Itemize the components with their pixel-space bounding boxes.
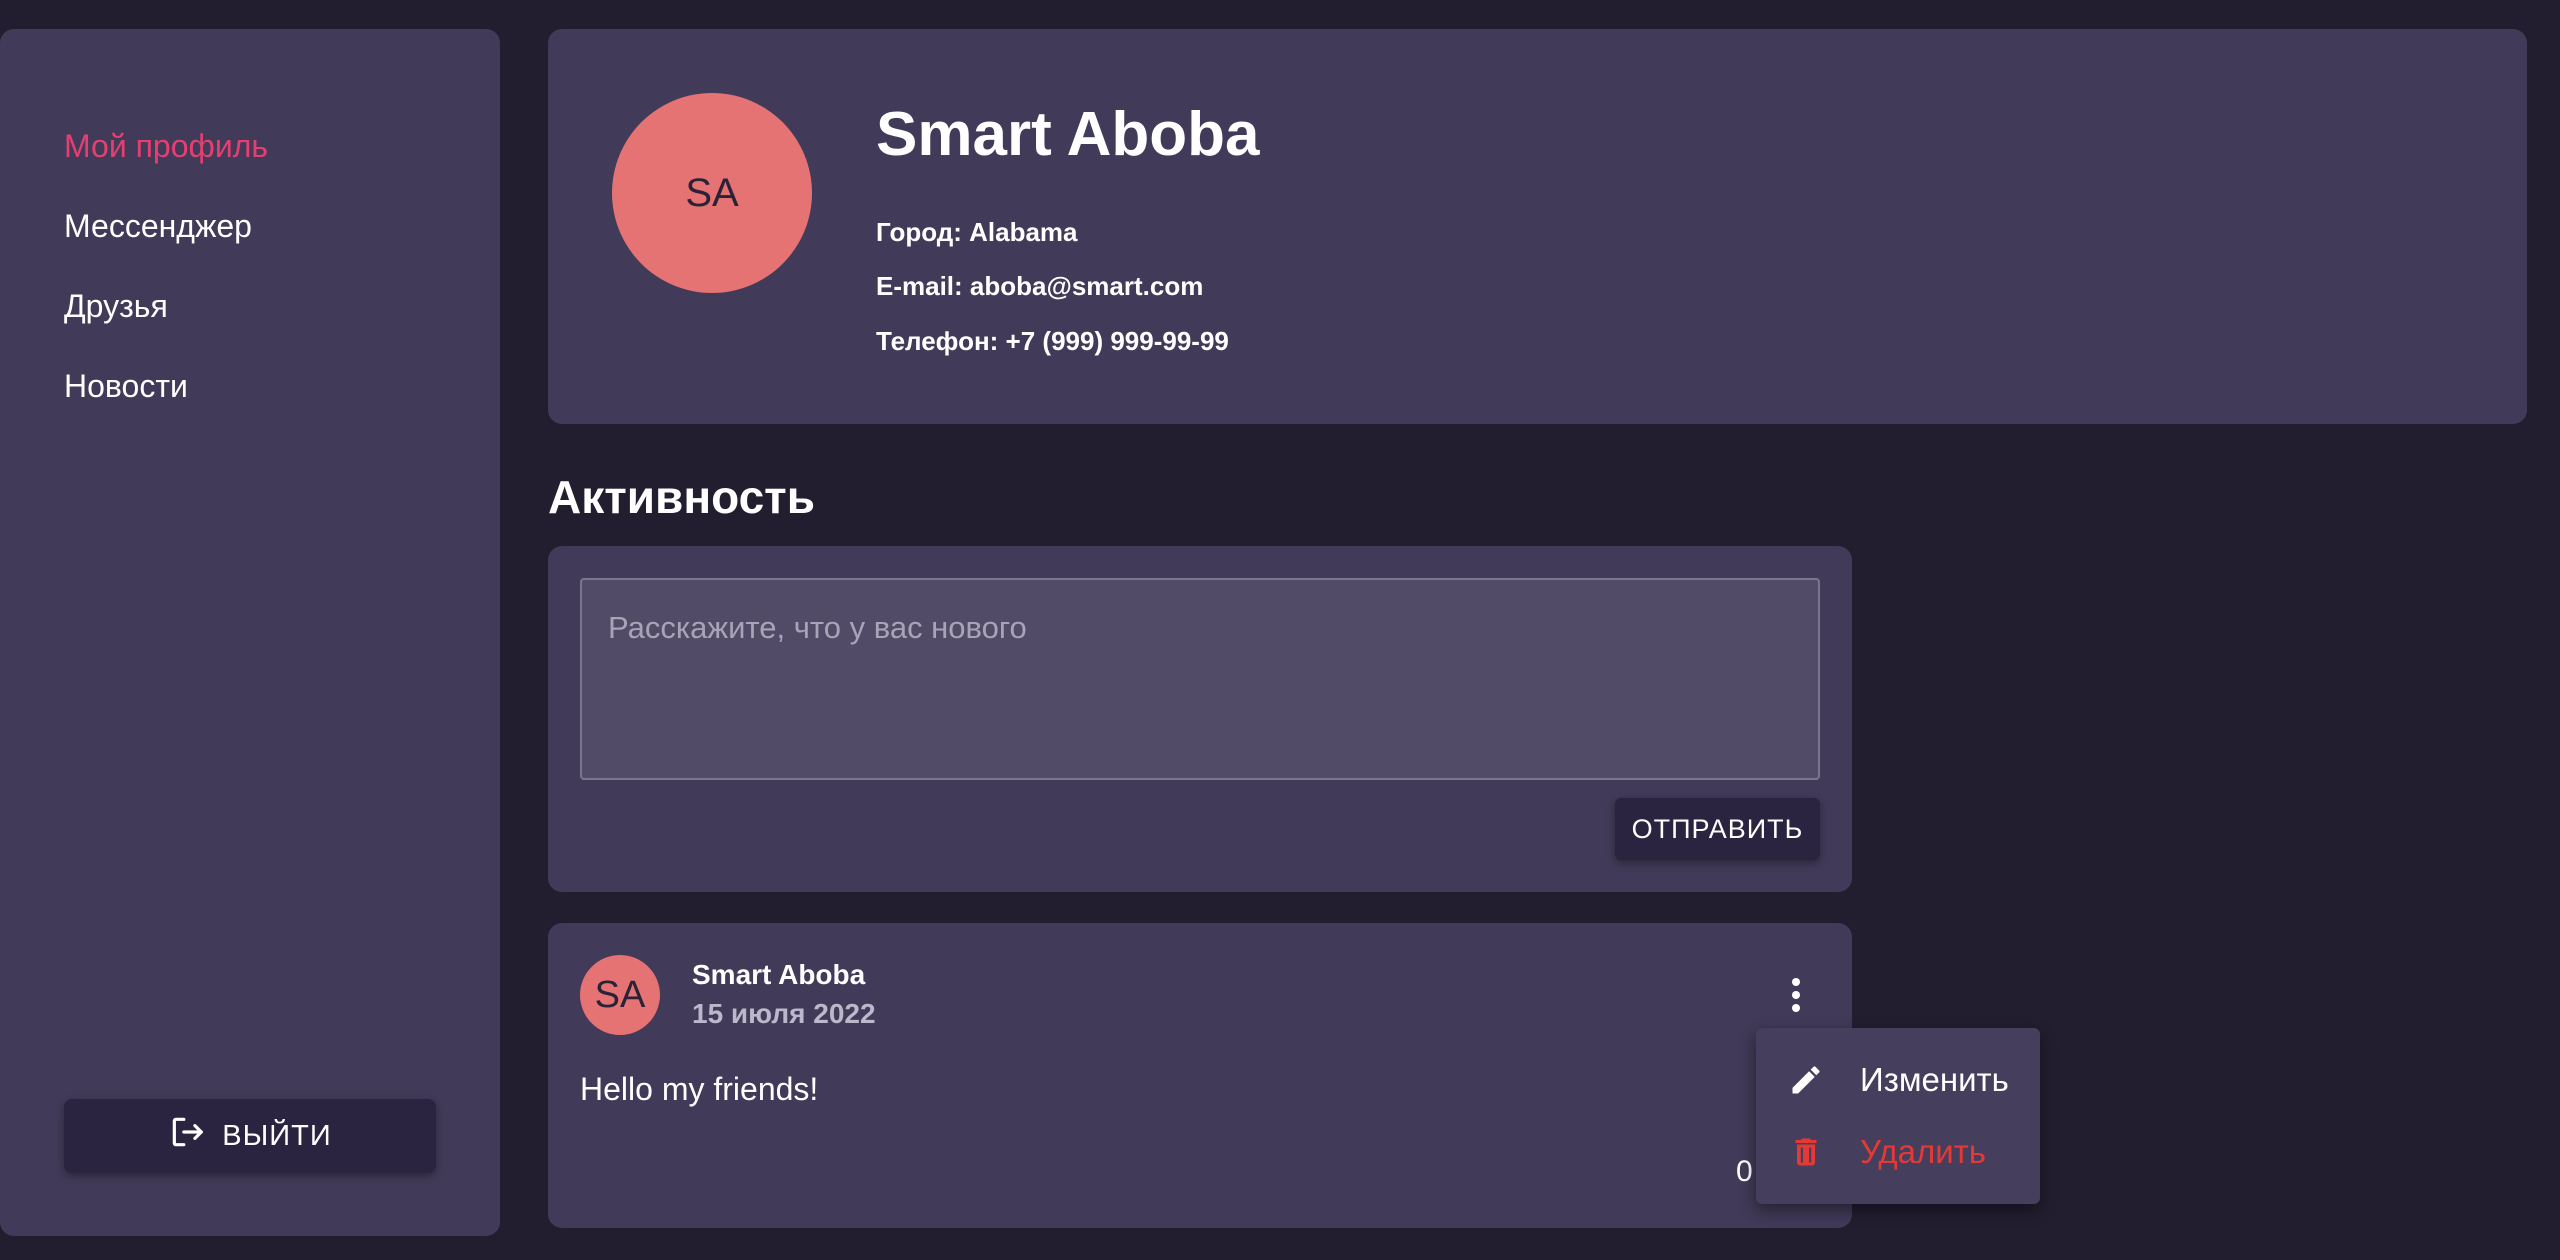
activity-title: Активность xyxy=(548,471,815,523)
sidebar-item-messenger[interactable]: Мессенджер xyxy=(64,206,252,246)
logout-label: ВЫЙТИ xyxy=(222,1119,332,1152)
profile-phone: Телефон: +7 (999) 999-99-99 xyxy=(876,326,1229,356)
logout-button[interactable]: ВЫЙТИ xyxy=(64,1099,436,1173)
menu-item-edit[interactable]: Изменить xyxy=(1756,1044,2040,1116)
logout-icon xyxy=(168,1113,206,1159)
sidebar-item-my-profile[interactable]: Мой профиль xyxy=(64,126,268,166)
profile-name: Smart Aboba xyxy=(876,100,1260,169)
sidebar: Мой профиль Мессенджер Друзья Новости ВЫ… xyxy=(0,29,500,1236)
profile-city: Город: Alabama xyxy=(876,217,1078,247)
pencil-icon xyxy=(1792,1066,1820,1094)
send-button[interactable]: ОТПРАВИТЬ xyxy=(1615,798,1820,860)
post-text: Hello my friends! xyxy=(580,1071,819,1107)
post-like-count: 0 xyxy=(1736,1155,1753,1188)
post-date: 15 июля 2022 xyxy=(692,998,876,1029)
sidebar-item-news[interactable]: Новости xyxy=(64,366,188,406)
menu-item-edit-label: Изменить xyxy=(1860,1061,2009,1098)
more-options-button[interactable] xyxy=(1768,967,1824,1023)
post-composer: Расскажите, что у вас нового ОТПРАВИТЬ xyxy=(548,546,1852,892)
post-input[interactable]: Расскажите, что у вас нового xyxy=(580,578,1820,780)
post-card: SA Smart Aboba 15 июля 2022 Hello my fri… xyxy=(548,923,1852,1228)
post-author: Smart Aboba xyxy=(692,959,866,990)
menu-item-delete[interactable]: Удалить xyxy=(1756,1116,2040,1188)
trash-icon xyxy=(1795,1138,1817,1166)
menu-item-delete-label: Удалить xyxy=(1860,1133,1986,1170)
sidebar-item-friends[interactable]: Друзья xyxy=(64,286,168,326)
more-vert-icon xyxy=(1792,978,1800,1012)
post-avatar: SA xyxy=(580,955,660,1035)
profile-email: E-mail: aboba@smart.com xyxy=(876,271,1204,301)
post-context-menu: Изменить Удалить xyxy=(1756,1028,2040,1204)
profile-card: SA Smart Aboba Город: Alabama E-mail: ab… xyxy=(548,29,2527,424)
avatar: SA xyxy=(612,93,812,293)
